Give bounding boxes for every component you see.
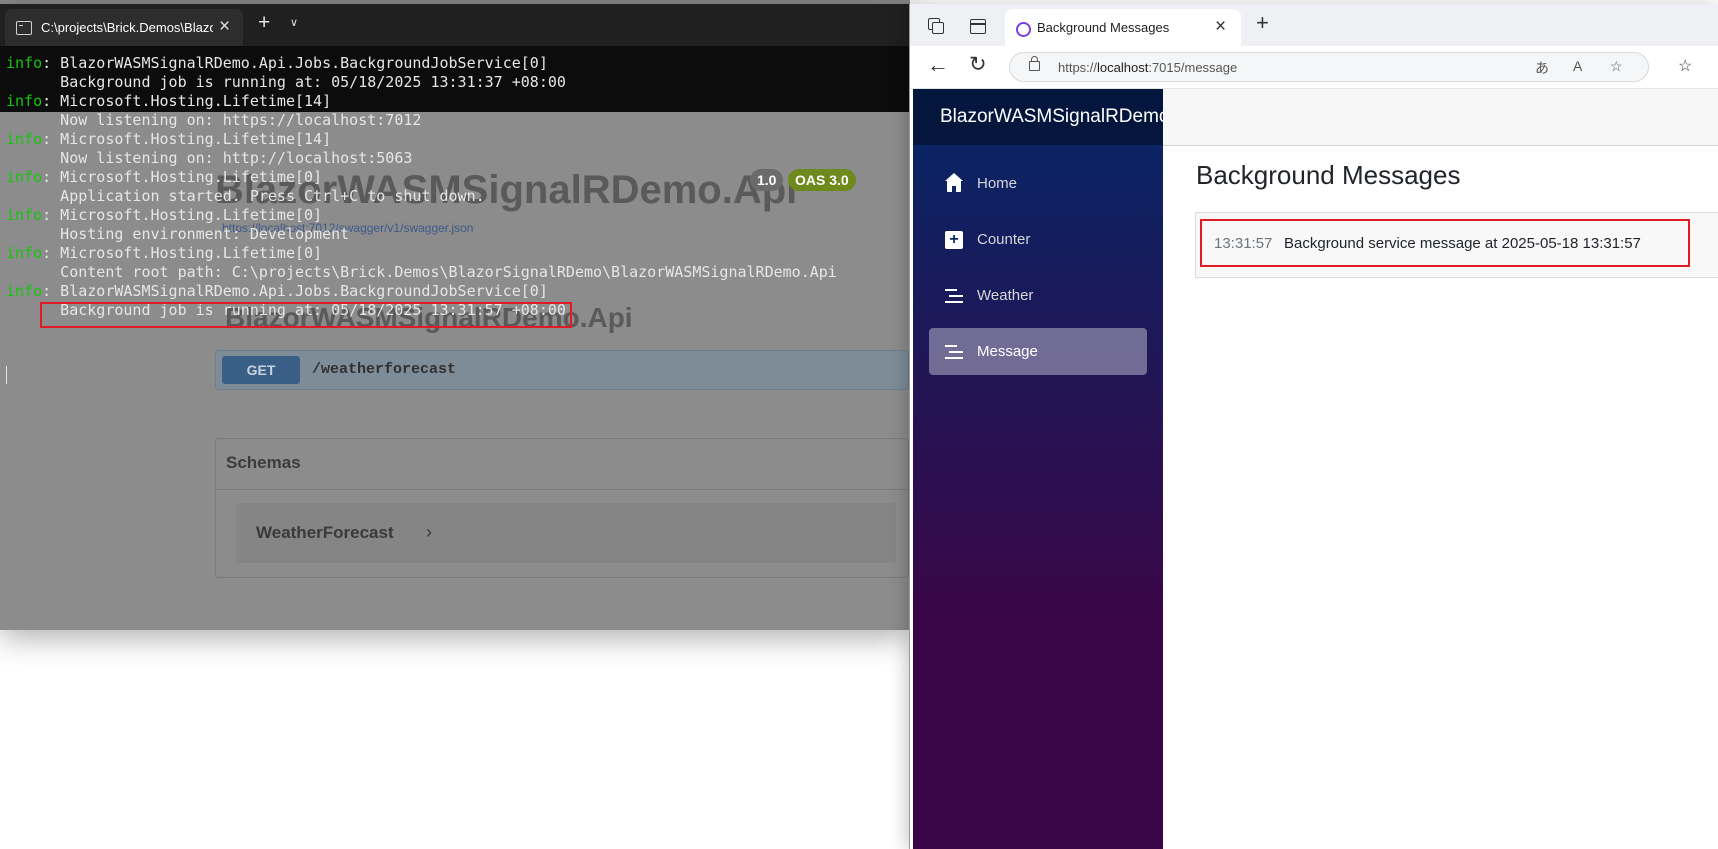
close-icon[interactable]: ×: [219, 16, 230, 38]
new-tab-plus-icon[interactable]: +: [1256, 10, 1269, 36]
log-text: Hosting environment: Development: [6, 225, 350, 243]
main-content: Background Messages 13:31:57 Background …: [1163, 146, 1718, 846]
log-text: : Microsoft.Hosting.Lifetime[14]: [42, 130, 332, 148]
sidebar-item-counter[interactable]: + Counter: [929, 216, 1147, 263]
highlight-box-message: [1200, 219, 1690, 267]
terminal-cursor: [6, 366, 7, 384]
log-level-label: info: [6, 168, 43, 186]
sidebar-item-home[interactable]: Home: [929, 160, 1147, 207]
browser-tab-background-messages[interactable]: Background Messages ×: [1005, 9, 1241, 46]
top-row: [1163, 89, 1718, 146]
favorite-star-icon[interactable]: ☆: [1610, 58, 1623, 75]
page-title: Background Messages: [1196, 160, 1461, 190]
log-text: : BlazorWASMSignalRDemo.Api.Jobs.Backgro…: [42, 54, 548, 72]
terminal-line: info: Microsoft.Hosting.Lifetime[0]: [6, 168, 837, 187]
workspaces-icon[interactable]: [928, 18, 944, 34]
terminal-line: info: BlazorWASMSignalRDemo.Api.Jobs.Bac…: [6, 54, 837, 73]
tab-actions-icon[interactable]: [970, 19, 986, 34]
terminal-line: Background job is running at: 05/18/2025…: [6, 73, 837, 92]
translate-icon[interactable]: あ: [1535, 58, 1549, 78]
list-item: 13:31:57 Background service message at 2…: [1196, 213, 1718, 277]
list-icon: [945, 343, 963, 361]
browser-toolbar: ← ↻ https://localhost:7015/message あ A ☆…: [910, 46, 1718, 89]
blazor-app: BlazorWASMSignalRDemo.App Home + Counter…: [910, 89, 1718, 849]
sidebar-item-label: Counter: [977, 231, 1031, 248]
log-level-label: info: [6, 206, 43, 224]
log-text: Application started. Press Ctrl+C to shu…: [6, 187, 485, 205]
terminal-lines: info: BlazorWASMSignalRDemo.Api.Jobs.Bac…: [6, 54, 837, 320]
log-text: Now listening on: http://localhost:5063: [6, 149, 413, 167]
terminal-line: info: BlazorWASMSignalRDemo.Api.Jobs.Bac…: [6, 282, 837, 301]
terminal-line: Content root path: C:\projects\Brick.Dem…: [6, 263, 837, 282]
message-list: 13:31:57 Background service message at 2…: [1195, 212, 1718, 278]
chevron-down-icon[interactable]: ∨: [290, 16, 298, 29]
address-url: https://localhost:7015/message: [1058, 60, 1238, 75]
terminal-tab[interactable]: C:\projects\Brick.Demos\Blazor ×: [5, 9, 243, 46]
log-level-label: info: [6, 92, 43, 110]
terminal-output[interactable]: info: BlazorWASMSignalRDemo.Api.Jobs.Bac…: [0, 46, 910, 630]
log-level-label: info: [6, 244, 43, 262]
log-text: : Microsoft.Hosting.Lifetime[14]: [42, 92, 332, 110]
back-arrow-icon[interactable]: ←: [927, 52, 949, 78]
terminal-line: Now listening on: https://localhost:7012: [6, 111, 837, 130]
terminal-tab-title: C:\projects\Brick.Demos\Blazor: [41, 20, 213, 35]
sidebar-item-label: Weather: [977, 287, 1034, 304]
terminal-line: Hosting environment: Development: [6, 225, 837, 244]
terminal-icon: [16, 21, 32, 35]
browser-tab-title: Background Messages: [1037, 20, 1170, 35]
terminal-line: info: Microsoft.Hosting.Lifetime[0]: [6, 206, 837, 225]
close-icon[interactable]: ×: [1215, 16, 1226, 38]
lock-icon[interactable]: [1029, 56, 1040, 71]
browser-window: Background Messages × + ← ↻ https://loca…: [909, 4, 1718, 849]
sidebar-brand-bar: BlazorWASMSignalRDemo.App: [913, 89, 1209, 145]
log-text: : BlazorWASMSignalRDemo.Api.Jobs.Backgro…: [42, 282, 548, 300]
log-text: Content root path: C:\projects\Brick.Dem…: [6, 263, 837, 281]
log-level-label: info: [6, 130, 43, 148]
log-text: : Microsoft.Hosting.Lifetime[0]: [42, 168, 323, 186]
terminal-line: Now listening on: http://localhost:5063: [6, 149, 837, 168]
blazor-favicon-icon: [1016, 22, 1031, 37]
log-text: Background job is running at: 05/18/2025…: [6, 73, 566, 91]
log-level-label: info: [6, 54, 43, 72]
sidebar-item-message[interactable]: Message: [929, 328, 1147, 375]
terminal-window: C:\projects\Brick.Demos\Blazor × + ∨ inf…: [0, 4, 910, 630]
sidebar: BlazorWASMSignalRDemo.App Home + Counter…: [913, 89, 1209, 849]
new-tab-plus-icon[interactable]: +: [258, 11, 270, 35]
address-bar[interactable]: https://localhost:7015/message あ A ☆: [1009, 52, 1649, 82]
log-level-label: info: [6, 282, 43, 300]
reload-icon[interactable]: ↻: [969, 52, 987, 77]
log-text: Now listening on: https://localhost:7012: [6, 111, 422, 129]
sidebar-item-weather[interactable]: Weather: [929, 272, 1147, 319]
terminal-line: info: Microsoft.Hosting.Lifetime[14]: [6, 92, 837, 111]
terminal-line: info: Microsoft.Hosting.Lifetime[14]: [6, 130, 837, 149]
sidebar-item-label: Message: [977, 343, 1038, 360]
highlight-box-terminal: [40, 302, 572, 328]
list-icon: [945, 287, 963, 305]
log-text: : Microsoft.Hosting.Lifetime[0]: [42, 244, 323, 262]
home-icon: [945, 173, 963, 193]
log-text: : Microsoft.Hosting.Lifetime[0]: [42, 206, 323, 224]
read-aloud-icon[interactable]: A: [1573, 58, 1582, 74]
sidebar-item-label: Home: [977, 175, 1018, 192]
browser-tab-bar: Background Messages × +: [910, 4, 1718, 46]
plus-icon: +: [945, 231, 963, 249]
terminal-tab-bar: C:\projects\Brick.Demos\Blazor × + ∨: [0, 4, 910, 46]
terminal-line: Application started. Press Ctrl+C to shu…: [6, 187, 837, 206]
terminal-line: info: Microsoft.Hosting.Lifetime[0]: [6, 244, 837, 263]
favorites-icon[interactable]: ☆: [1678, 56, 1692, 76]
